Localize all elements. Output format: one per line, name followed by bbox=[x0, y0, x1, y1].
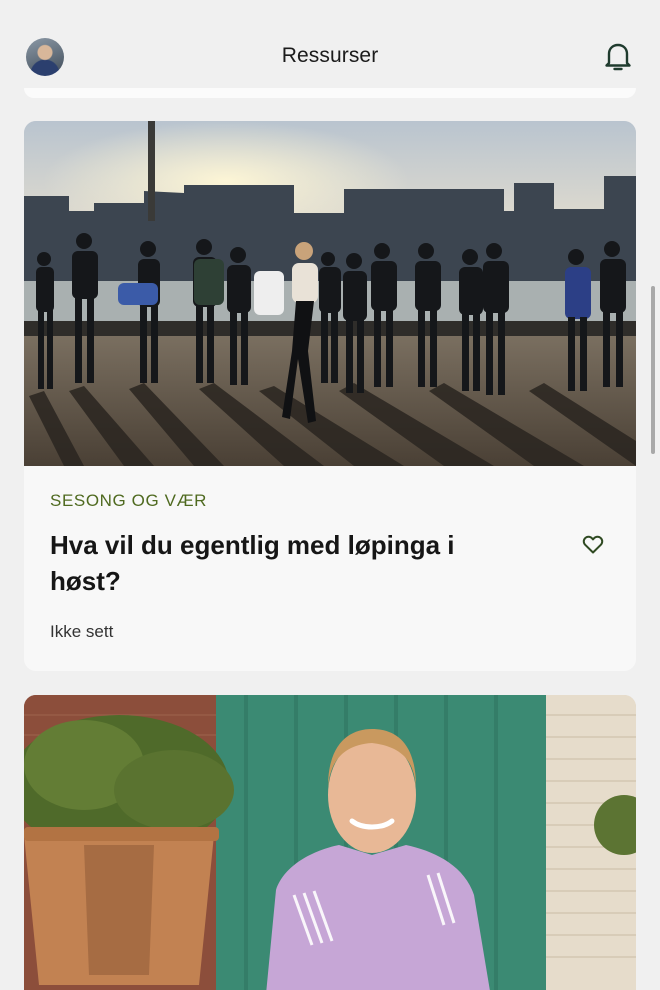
heart-outline-icon[interactable] bbox=[581, 532, 605, 556]
notification-bell-icon[interactable] bbox=[600, 38, 636, 74]
scrollbar[interactable] bbox=[651, 286, 655, 454]
card-title[interactable]: Hva vil du egentlig med løpinga i høst? bbox=[50, 527, 530, 599]
top-bar: Ressurser bbox=[0, 0, 660, 96]
watch-status: Ikke sett bbox=[50, 622, 114, 641]
card-image-runners bbox=[24, 121, 636, 466]
runners-photo bbox=[24, 121, 636, 466]
resource-card[interactable]: SESONG OG VÆR Hva vil du egentlig med lø… bbox=[24, 121, 636, 671]
resource-card[interactable] bbox=[24, 695, 636, 990]
woman-photo bbox=[24, 695, 636, 990]
previous-card-edge bbox=[24, 88, 636, 98]
page-title: Ressurser bbox=[281, 44, 379, 67]
card-category: SESONG OG VÆR bbox=[50, 491, 208, 510]
card-image-woman bbox=[24, 695, 636, 990]
app-screen: Ressurser SESONG OG VÆR Hva vil du egent… bbox=[0, 0, 660, 990]
